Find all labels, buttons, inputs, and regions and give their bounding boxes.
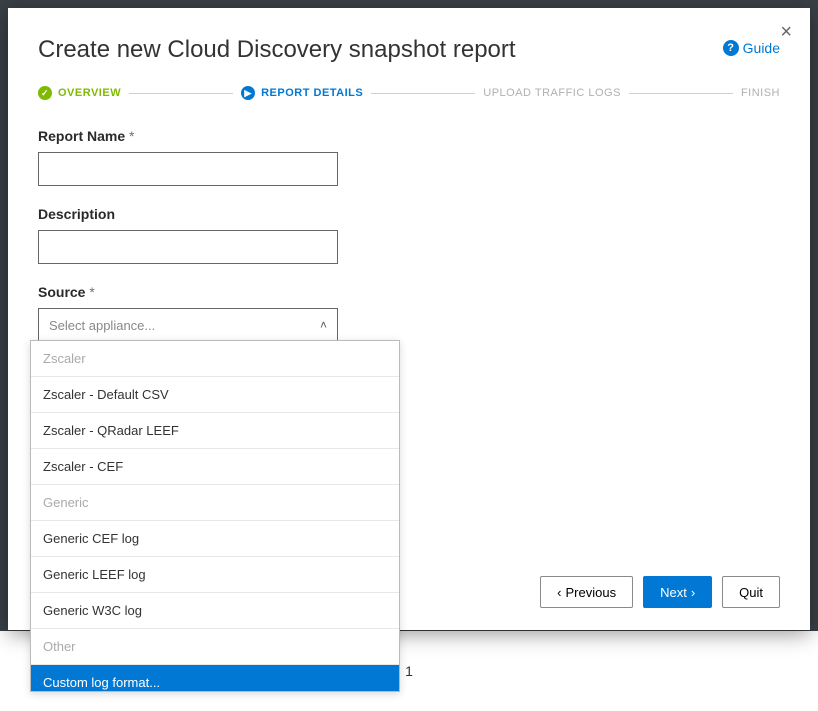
step-label: FINISH	[741, 87, 780, 99]
source-select[interactable]: Select appliance... ˄	[38, 308, 338, 342]
play-icon: ▶	[241, 86, 255, 100]
dropdown-item[interactable]: Zscaler - QRadar LEEF	[31, 413, 399, 449]
source-dropdown: Zscaler Zscaler - Default CSV Zscaler - …	[30, 340, 400, 692]
dropdown-scroll[interactable]: Zscaler Zscaler - Default CSV Zscaler - …	[31, 341, 399, 691]
source-label: Source *	[38, 284, 338, 300]
page-number: 1	[405, 663, 413, 679]
dropdown-group-other: Other	[31, 629, 399, 665]
source-placeholder: Select appliance...	[49, 318, 155, 333]
dropdown-group-zscaler: Zscaler	[31, 341, 399, 377]
step-divider	[371, 93, 475, 94]
report-name-input[interactable]	[38, 152, 338, 186]
dropdown-item[interactable]: Generic W3C log	[31, 593, 399, 629]
chevron-left-icon: ‹	[557, 585, 561, 600]
step-report-details[interactable]: ▶ REPORT DETAILS	[241, 86, 363, 100]
chevron-up-icon: ˄	[320, 318, 327, 332]
dropdown-item[interactable]: Zscaler - CEF	[31, 449, 399, 485]
close-icon[interactable]: ×	[780, 22, 792, 42]
step-upload-logs: UPLOAD TRAFFIC LOGS	[483, 87, 621, 99]
guide-link[interactable]: ? Guide	[723, 40, 780, 56]
description-input[interactable]	[38, 230, 338, 264]
step-label: REPORT DETAILS	[261, 87, 363, 99]
checkmark-icon: ✓	[38, 86, 52, 100]
step-overview[interactable]: ✓ OVERVIEW	[38, 86, 121, 100]
next-button[interactable]: Next ›	[643, 576, 712, 608]
wizard-stepper: ✓ OVERVIEW ▶ REPORT DETAILS UPLOAD TRAFF…	[38, 86, 780, 100]
description-label: Description	[38, 206, 338, 222]
guide-label: Guide	[743, 40, 780, 56]
dropdown-item-custom-log[interactable]: Custom log format...	[31, 665, 399, 691]
step-finish: FINISH	[741, 87, 780, 99]
step-divider	[629, 93, 733, 94]
quit-button[interactable]: Quit	[722, 576, 780, 608]
dropdown-item[interactable]: Generic CEF log	[31, 521, 399, 557]
help-icon: ?	[723, 40, 739, 56]
step-label: UPLOAD TRAFFIC LOGS	[483, 87, 621, 99]
chevron-right-icon: ›	[691, 585, 695, 600]
dropdown-item[interactable]: Zscaler - Default CSV	[31, 377, 399, 413]
dialog-footer: ‹ Previous Next › Quit	[540, 576, 780, 608]
previous-button[interactable]: ‹ Previous	[540, 576, 633, 608]
dropdown-group-generic: Generic	[31, 485, 399, 521]
report-name-label: Report Name *	[38, 128, 338, 144]
form-area: Report Name * Description Source * Selec…	[38, 128, 338, 342]
dialog-title: Create new Cloud Discovery snapshot repo…	[38, 36, 780, 64]
step-divider	[129, 93, 233, 94]
step-label: OVERVIEW	[58, 87, 121, 99]
dropdown-item[interactable]: Generic LEEF log	[31, 557, 399, 593]
